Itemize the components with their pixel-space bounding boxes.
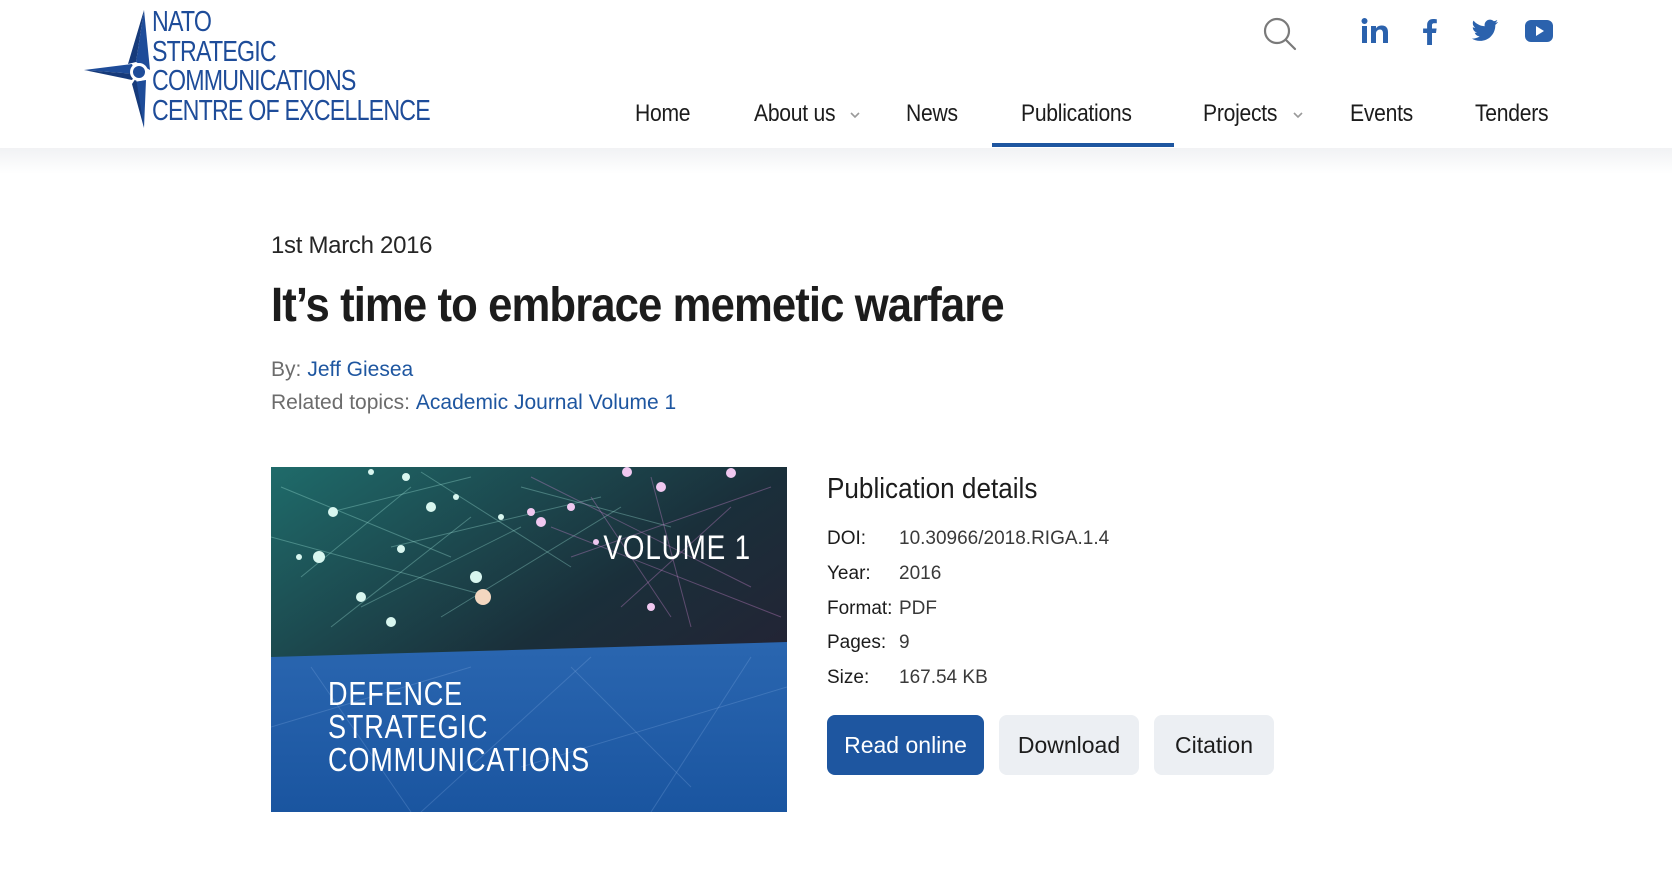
details-heading: Publication details xyxy=(827,473,1038,505)
nav-label: Publications xyxy=(1021,100,1132,127)
chevron-down-icon xyxy=(1293,112,1303,119)
detail-value: 10.30966/2018.RIGA.1.4 xyxy=(899,528,1110,549)
nav-home[interactable]: Home xyxy=(635,100,698,148)
youtube-icon[interactable] xyxy=(1524,16,1554,46)
nav-label: Tenders xyxy=(1475,100,1549,127)
nav-label: Events xyxy=(1350,100,1413,127)
topics-label: Related topics: xyxy=(271,391,410,414)
detail-row-size: Size: 167.54 KB xyxy=(827,667,988,689)
nav-about-us[interactable]: About us xyxy=(754,100,860,148)
cover-volume-label: VOLUME 1 xyxy=(603,529,751,567)
nav-tenders[interactable]: Tenders xyxy=(1475,100,1558,148)
citation-button[interactable]: Citation xyxy=(1154,715,1274,775)
download-button[interactable]: Download xyxy=(999,715,1139,775)
publication-cover: VOLUME 1 DEFENCE STRATEGIC COMMUNICATION… xyxy=(271,467,787,812)
nav-publications[interactable]: Publications xyxy=(1021,100,1147,148)
nav-label: Projects xyxy=(1203,100,1278,127)
page-title: It’s time to embrace memetic warfare xyxy=(271,279,1005,332)
topic-link[interactable]: Academic Journal Volume 1 xyxy=(416,391,676,414)
nav-active-indicator xyxy=(992,143,1174,147)
cover-title-line: DEFENCE xyxy=(328,675,464,712)
detail-key: Year: xyxy=(827,563,871,584)
logo-line: STRATEGIC xyxy=(152,35,277,68)
cover-title-line: STRATEGIC xyxy=(328,708,489,745)
nav-news[interactable]: News xyxy=(906,100,965,148)
header-shadow xyxy=(0,148,1672,174)
detail-row-year: Year: 2016 xyxy=(827,563,941,585)
nav-label: News xyxy=(906,100,958,127)
publication-date: 1st March 2016 xyxy=(271,232,433,259)
cover-title-line: COMMUNICATIONS xyxy=(328,741,591,778)
detail-key: Pages: xyxy=(827,632,887,653)
detail-row-pages: Pages: 9 xyxy=(827,632,910,654)
nav-label: Home xyxy=(635,100,691,127)
logo-line: NATO xyxy=(152,6,212,38)
detail-key: Format: xyxy=(827,598,893,619)
nav-projects[interactable]: Projects xyxy=(1203,100,1303,148)
read-online-button[interactable]: Read online xyxy=(827,715,984,775)
facebook-icon[interactable] xyxy=(1415,16,1445,46)
detail-value: 167.54 KB xyxy=(899,667,988,688)
detail-key: Size: xyxy=(827,667,870,688)
detail-row-format: Format: PDF xyxy=(827,598,937,620)
detail-key: DOI: xyxy=(827,528,867,549)
twitter-icon[interactable] xyxy=(1470,16,1500,46)
detail-value: 2016 xyxy=(899,563,942,584)
detail-value: PDF xyxy=(899,598,937,619)
search-icon[interactable] xyxy=(1262,16,1298,52)
site-header: NATO STRATEGIC COMMUNICATIONS CENTRE OF … xyxy=(0,0,1672,148)
topics-row: Related topics: Academic Journal Volume 1 xyxy=(271,391,676,415)
detail-value: 9 xyxy=(899,632,910,653)
author-row: By: Jeff Giesea xyxy=(271,358,413,382)
nav-events[interactable]: Events xyxy=(1350,100,1422,148)
author-label: By: xyxy=(271,358,302,381)
author-link[interactable]: Jeff Giesea xyxy=(307,358,413,381)
nav-label: About us xyxy=(754,100,836,127)
logo-line: COMMUNICATIONS xyxy=(152,65,356,97)
main-nav: Home About us News Publications Projects… xyxy=(0,100,1672,148)
linkedin-icon[interactable] xyxy=(1360,16,1390,46)
cover-title: DEFENCE STRATEGIC COMMUNICATIONS xyxy=(328,677,590,776)
chevron-down-icon xyxy=(850,112,860,119)
detail-row-doi: DOI: 10.30966/2018.RIGA.1.4 xyxy=(827,528,1109,550)
